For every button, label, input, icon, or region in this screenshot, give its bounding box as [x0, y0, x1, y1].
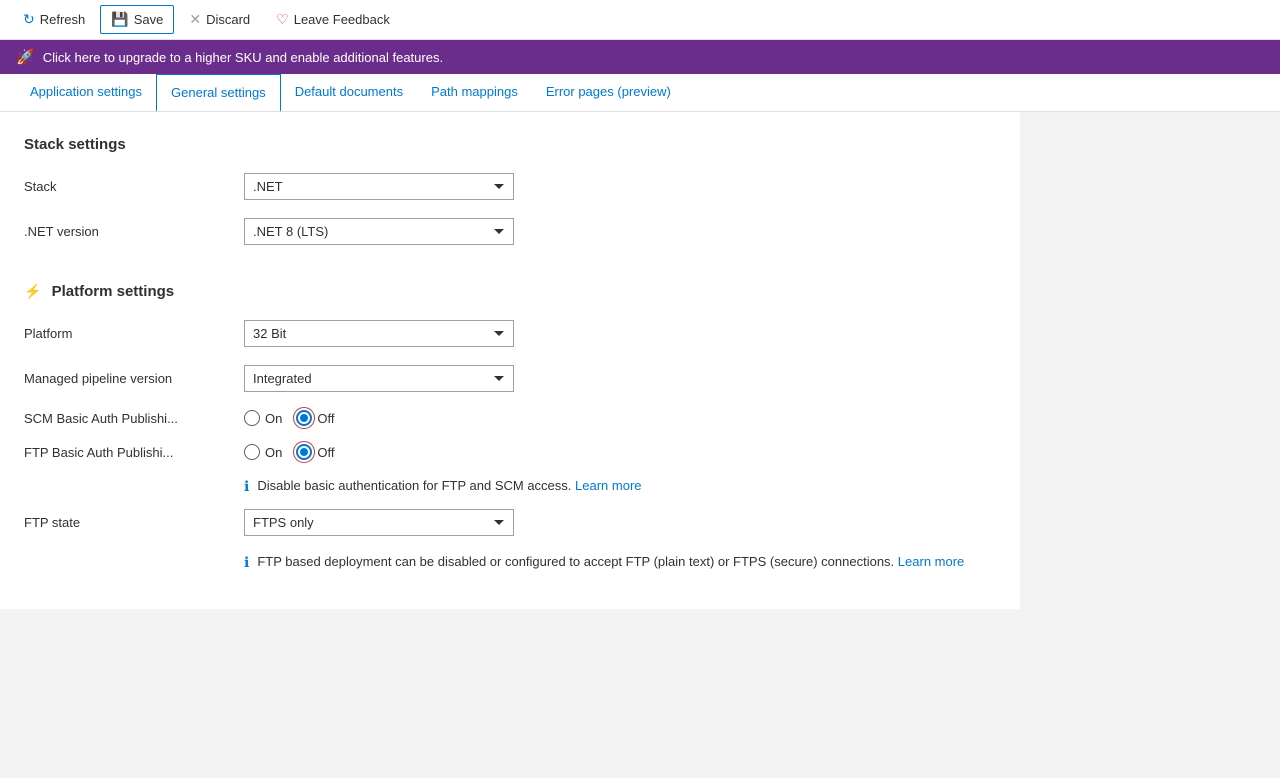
tab-error-pages[interactable]: Error pages (preview) [532, 74, 685, 111]
discard-button[interactable]: ✕ Discard [178, 5, 261, 34]
scm-on-option[interactable]: On [244, 410, 282, 426]
tabs-container: Application settings General settings De… [0, 74, 1280, 112]
discard-label: Discard [206, 12, 250, 27]
scm-off-label: Off [317, 411, 334, 426]
info-icon: ℹ [244, 478, 249, 495]
stack-row: Stack .NET Node Python [24, 173, 996, 200]
ftp-auth-row: FTP Basic Auth Publishi... On Off [24, 444, 996, 460]
ftp-state-learn-more-link[interactable]: Learn more [898, 554, 964, 569]
dotnet-version-label: .NET version [24, 224, 244, 239]
platform-row: Platform 32 Bit 64 Bit [24, 320, 996, 347]
ftp-off-option[interactable]: Off [296, 444, 334, 460]
ftp-on-option[interactable]: On [244, 444, 282, 460]
platform-settings-title: ⚡ Platform settings [24, 283, 996, 300]
scm-off-radio[interactable] [296, 410, 312, 426]
ftp-on-radio[interactable] [244, 444, 260, 460]
scm-on-radio[interactable] [244, 410, 260, 426]
ftp-learn-more-link[interactable]: Learn more [575, 478, 641, 493]
feedback-button[interactable]: ♡ Leave Feedback [265, 5, 401, 34]
feedback-icon: ♡ [276, 11, 289, 28]
ftp-state-info-text: FTP based deployment can be disabled or … [257, 554, 964, 569]
upgrade-banner[interactable]: 🚀 Click here to upgrade to a higher SKU … [0, 40, 1280, 74]
scm-radio-group: On Off [244, 410, 334, 426]
ftp-state-select[interactable]: FTPS only All allowed Disabled [244, 509, 514, 536]
stack-settings-title: Stack settings [24, 136, 996, 153]
save-button[interactable]: 💾 Save [100, 5, 174, 34]
toolbar: ↻ Refresh 💾 Save ✕ Discard ♡ Leave Feedb… [0, 0, 1280, 40]
ftp-on-label: On [265, 445, 282, 460]
scm-on-label: On [265, 411, 282, 426]
tab-path-mappings[interactable]: Path mappings [417, 74, 532, 111]
stack-label: Stack [24, 179, 244, 194]
dotnet-version-select[interactable]: .NET 8 (LTS) .NET 7 .NET 6 [244, 218, 514, 245]
ftp-state-row: FTP state FTPS only All allowed Disabled [24, 509, 996, 536]
save-label: Save [134, 12, 164, 27]
platform-select[interactable]: 32 Bit 64 Bit [244, 320, 514, 347]
ftp-scm-info: ℹ Disable basic authentication for FTP a… [244, 478, 996, 495]
ftp-state-info-icon: ℹ [244, 554, 249, 571]
scm-auth-row: SCM Basic Auth Publishi... On Off [24, 410, 996, 426]
scm-off-option[interactable]: Off [296, 410, 334, 426]
platform-label: Platform [24, 326, 244, 341]
main-content: Stack settings Stack .NET Node Python .N… [0, 112, 1020, 609]
refresh-label: Refresh [40, 12, 86, 27]
stack-select[interactable]: .NET Node Python [244, 173, 514, 200]
pipeline-select[interactable]: Integrated Classic [244, 365, 514, 392]
tab-default-documents[interactable]: Default documents [281, 74, 417, 111]
pipeline-row: Managed pipeline version Integrated Clas… [24, 365, 996, 392]
lightning-icon: ⚡ [24, 283, 41, 299]
refresh-icon: ↻ [23, 11, 35, 28]
tab-application-settings[interactable]: Application settings [16, 74, 156, 111]
pipeline-label: Managed pipeline version [24, 371, 244, 386]
rocket-icon: 🚀 [16, 48, 35, 66]
refresh-button[interactable]: ↻ Refresh [12, 5, 96, 34]
banner-text: Click here to upgrade to a higher SKU an… [43, 50, 443, 65]
scm-auth-label: SCM Basic Auth Publishi... [24, 411, 244, 426]
ftp-auth-label: FTP Basic Auth Publishi... [24, 445, 244, 460]
discard-icon: ✕ [189, 11, 201, 28]
dotnet-version-row: .NET version .NET 8 (LTS) .NET 7 .NET 6 [24, 218, 996, 245]
save-icon: 💾 [111, 11, 128, 28]
ftp-state-info: ℹ FTP based deployment can be disabled o… [244, 554, 996, 571]
ftp-off-radio[interactable] [296, 444, 312, 460]
ftp-state-label: FTP state [24, 515, 244, 530]
tab-general-settings[interactable]: General settings [156, 74, 281, 112]
ftp-info-text: Disable basic authentication for FTP and… [257, 478, 641, 493]
ftp-off-label: Off [317, 445, 334, 460]
feedback-label: Leave Feedback [294, 12, 390, 27]
ftp-radio-group: On Off [244, 444, 334, 460]
